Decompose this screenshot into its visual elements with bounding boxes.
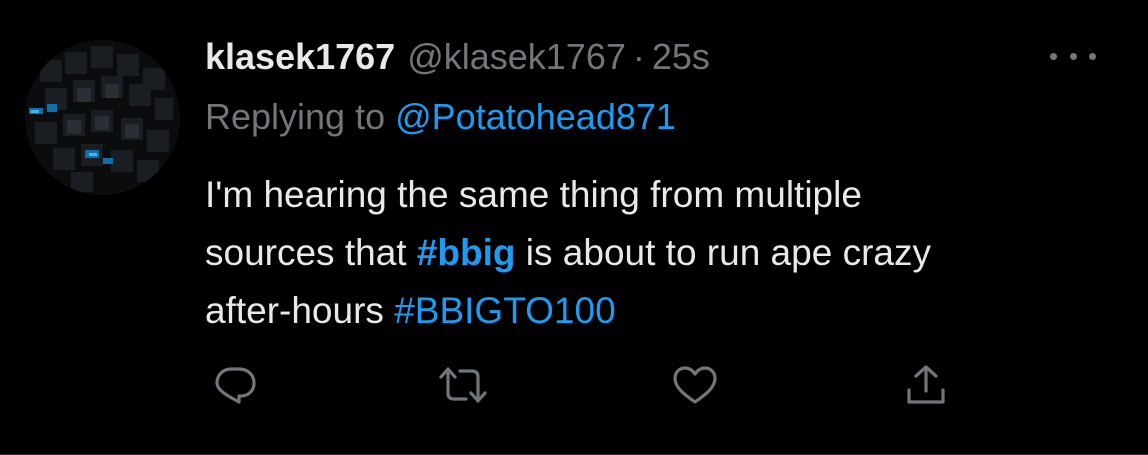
separator-dot: · — [632, 36, 645, 77]
share-icon — [907, 365, 945, 404]
tweet-text: I'm hearing the same thing from multiple… — [205, 166, 1115, 340]
reply-icon — [215, 367, 256, 404]
text-segment: is about to run ape crazy — [525, 232, 931, 273]
tweet-text-line: after-hours #BBIGTO100 — [205, 282, 1115, 340]
hashtag-link[interactable]: #bbig — [417, 232, 516, 273]
avatar[interactable] — [25, 40, 180, 195]
like-button[interactable] — [669, 360, 721, 410]
more-dot — [1089, 52, 1096, 60]
text-segment: after-hours — [205, 290, 384, 331]
reply-prefix: Replying to — [205, 96, 386, 137]
replying-to: Replying to @Potatohead871 — [205, 96, 676, 138]
more-horizontal-icon[interactable] — [1050, 46, 1096, 66]
tweet-header: klasek1767 @klasek1767 · 25s — [205, 36, 710, 82]
retweet-icon — [439, 367, 487, 403]
tweet-card[interactable]: klasek1767 @klasek1767 · 25s Replying to… — [0, 0, 1148, 455]
timestamp[interactable]: 25s — [652, 36, 710, 78]
tweet-text-line: I'm hearing the same thing from multiple — [205, 166, 1115, 224]
reply-target-link[interactable]: @Potatohead871 — [395, 96, 676, 137]
author-name[interactable]: klasek1767 — [205, 36, 395, 78]
tweet-text-line: sources that #bbig is about to run ape c… — [205, 224, 1115, 282]
hashtag-link[interactable]: #BBIGTO100 — [394, 290, 615, 331]
heart-icon — [673, 366, 717, 404]
author-handle[interactable]: @klasek1767 — [407, 36, 626, 78]
more-dot — [1069, 52, 1077, 60]
text-segment: I'm hearing the same thing from multiple — [205, 174, 862, 215]
more-dot — [1050, 52, 1057, 60]
reply-button[interactable] — [209, 360, 261, 410]
retweet-button[interactable] — [437, 360, 489, 410]
action-bar — [205, 360, 965, 410]
avatar-image — [25, 40, 180, 195]
text-segment: sources that — [205, 232, 407, 273]
share-button[interactable] — [900, 360, 952, 410]
